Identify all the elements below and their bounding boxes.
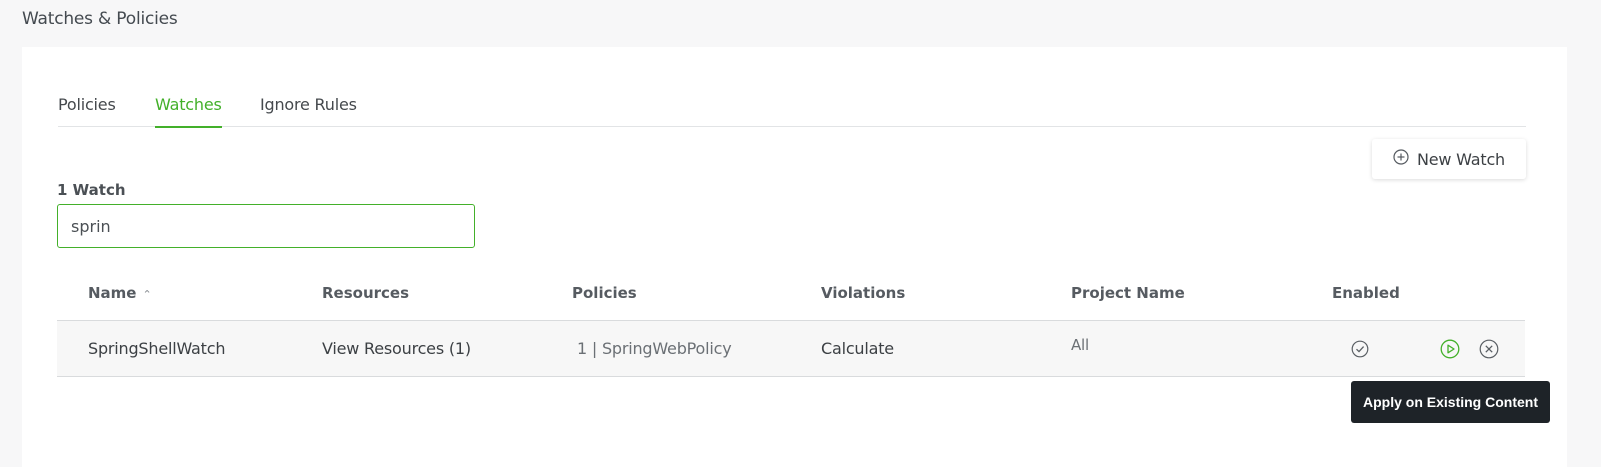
tab-watches[interactable]: Watches xyxy=(155,95,222,128)
watch-name: SpringShellWatch xyxy=(88,339,226,358)
table-header: Name ⌃ Resources Policies Violations Proj… xyxy=(57,271,1525,321)
new-watch-button[interactable]: New Watch xyxy=(1372,139,1526,179)
tab-ignore-rules[interactable]: Ignore Rules xyxy=(260,95,357,126)
watches-card: Policies Watches Ignore Rules New Watch … xyxy=(22,47,1567,467)
calculate-violations-link[interactable]: Calculate xyxy=(821,339,894,358)
apply-tooltip: Apply on Existing Content xyxy=(1351,381,1550,423)
new-watch-label: New Watch xyxy=(1417,149,1505,169)
check-circle-icon xyxy=(1350,339,1370,359)
page-title: Watches & Policies xyxy=(22,9,178,29)
column-header-enabled: Enabled xyxy=(1332,284,1400,302)
tab-policies[interactable]: Policies xyxy=(58,95,116,126)
tab-bar: Policies Watches Ignore Rules xyxy=(58,89,1526,128)
table-row[interactable]: SpringShellWatch View Resources (1) 1 | … xyxy=(57,321,1525,377)
column-header-name[interactable]: Name ⌃ xyxy=(88,284,152,302)
column-header-policies: Policies xyxy=(572,284,637,302)
plus-circle-icon xyxy=(1393,149,1409,169)
search-input[interactable] xyxy=(57,204,475,248)
watch-count: 1 Watch xyxy=(57,181,126,199)
column-header-resources: Resources xyxy=(322,284,410,302)
column-header-project-name: Project Name xyxy=(1071,284,1185,302)
sort-ascending-icon: ⌃ xyxy=(142,288,152,301)
project-name-cell: All xyxy=(1071,336,1089,354)
play-circle-icon[interactable] xyxy=(1439,338,1461,360)
close-circle-icon[interactable] xyxy=(1478,338,1500,360)
column-header-violations: Violations xyxy=(821,284,906,302)
view-resources-link[interactable]: View Resources (1) xyxy=(322,339,471,358)
policies-cell: 1 | SpringWebPolicy xyxy=(577,339,732,358)
